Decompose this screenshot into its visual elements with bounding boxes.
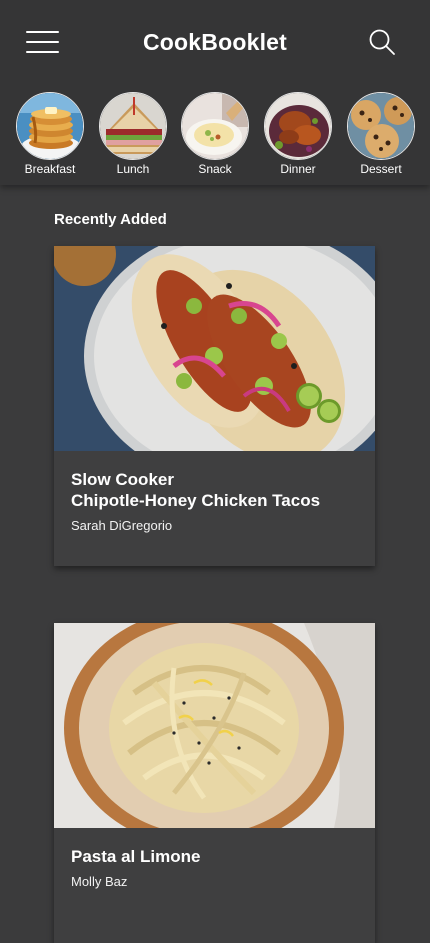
sandwich-image: [99, 92, 167, 160]
cookies-image: [347, 92, 415, 160]
category-lunch[interactable]: Lunch: [93, 92, 173, 176]
pancakes-image: [16, 92, 84, 160]
category-label: Dessert: [360, 162, 402, 176]
search-icon[interactable]: [368, 28, 396, 56]
category-snack[interactable]: Snack: [175, 92, 255, 176]
recipe-title: Slow Cooker Chipotle-Honey Chicken Tacos: [71, 470, 321, 510]
recipe-card[interactable]: Slow Cooker Chipotle-Honey Chicken Tacos…: [54, 246, 375, 566]
hamburger-menu-icon[interactable]: [26, 30, 60, 54]
category-bar: Breakfast Lunch Snack Dinner Dessert: [0, 92, 430, 182]
category-label: Dinner: [280, 162, 316, 176]
roast-chicken-image: [264, 92, 332, 160]
category-label: Breakfast: [24, 162, 76, 176]
chicken-tacos-image: [54, 246, 375, 451]
category-dinner[interactable]: Dinner: [258, 92, 338, 176]
category-label: Snack: [198, 162, 232, 176]
recipe-author: Molly Baz: [71, 874, 128, 889]
recipe-card[interactable]: Pasta al Limone Molly Baz: [54, 623, 375, 943]
category-breakfast[interactable]: Breakfast: [10, 92, 90, 176]
pasta-limone-image: [54, 623, 375, 828]
hummus-image: [181, 92, 249, 160]
category-dessert[interactable]: Dessert: [341, 92, 421, 176]
recipe-author: Sarah DiGregorio: [71, 518, 173, 533]
section-heading: Recently Added: [54, 211, 167, 228]
app-title: CookBooklet: [142, 29, 288, 55]
top-app-bar: CookBooklet Breakfast Lunch Snack Dinner…: [0, 0, 430, 185]
category-label: Lunch: [116, 162, 150, 176]
recipe-title: Pasta al Limone: [71, 847, 201, 866]
